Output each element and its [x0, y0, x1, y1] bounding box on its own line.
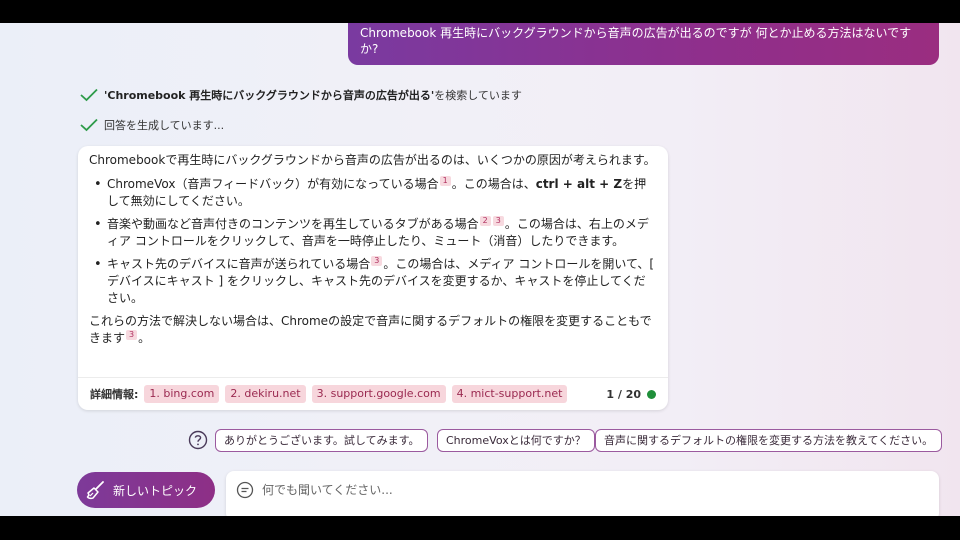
chat-input[interactable] [262, 483, 862, 497]
sources-footer: 詳細情報: 1. bing.com 2. dekiru.net 3. suppo… [78, 377, 668, 410]
source-link[interactable]: 4. mict-support.net [451, 385, 568, 403]
question-icon[interactable] [188, 430, 208, 450]
source-link[interactable]: 3. support.google.com [311, 385, 446, 403]
status-generating: 回答を生成しています... [80, 117, 224, 133]
status-searching: 'Chromebook 再生時にバックグラウンドから音声の広告が出る' を検索し… [80, 87, 522, 103]
new-topic-label: 新しいトピック [113, 483, 198, 498]
status-text: を検索しています [434, 89, 522, 102]
sources-label: 詳細情報: [90, 387, 139, 401]
citation-badge[interactable]: 1 [439, 176, 451, 186]
user-message-text: Chromebook 再生時にバックグラウンドから音声の広告が出るのですが 何と… [360, 26, 912, 56]
answer-outro: これらの方法で解決しない場合は、Chromeの設定で音声に関するデフォルトの権限… [89, 314, 652, 345]
status-dot-icon [647, 389, 656, 399]
search-query: 'Chromebook 再生時にバックグラウンドから音声の広告が出る' [104, 89, 435, 102]
status-text: 回答を生成しています... [104, 119, 225, 132]
answer-intro: Chromebookで再生時にバックグラウンドから音声の広告が出るのは、いくつか… [89, 153, 656, 167]
turn-counter: 1 / 20 [606, 386, 656, 403]
check-icon [80, 118, 98, 132]
chat-input-box[interactable] [226, 471, 939, 516]
citation-badge[interactable]: 3 [371, 256, 383, 266]
suggestion-chip[interactable]: ChromeVoxとは何ですか？ [437, 429, 595, 452]
list-item: キャスト先のデバイスに音声が送られている場合3。この場合は、メディア コントロー… [89, 256, 656, 307]
list-item: ChromeVox（音声フィードバック）が有効になっている場合1。この場合は、c… [89, 176, 656, 210]
answer-card: Chromebookで再生時にバックグラウンドから音声の広告が出るのは、いくつか… [78, 146, 668, 410]
chat-screen: Chromebook 再生時にバックグラウンドから音声の広告が出るのですが 何と… [0, 23, 960, 516]
citation-badge[interactable]: 3 [492, 216, 504, 226]
source-link[interactable]: 2. dekiru.net [225, 385, 306, 403]
answer-body: Chromebookで再生時にバックグラウンドから音声の広告が出るのは、いくつか… [78, 146, 668, 347]
citation-badge[interactable]: 2 [479, 216, 491, 226]
citation-badge[interactable]: 3 [126, 330, 138, 340]
chat-icon [236, 481, 254, 499]
broom-icon [86, 481, 104, 500]
check-icon [80, 88, 98, 102]
suggestion-chip[interactable]: 音声に関するデフォルトの権限を変更する方法を教えてください。 [595, 429, 943, 452]
new-topic-button[interactable]: 新しいトピック [77, 472, 215, 508]
list-item: 音楽や動画など音声付きのコンテンツを再生しているタブがある場合23。この場合は、… [89, 216, 656, 250]
shortcut-keys: ctrl + alt + Z [535, 177, 623, 191]
answer-list: ChromeVox（音声フィードバック）が有効になっている場合1。この場合は、c… [89, 176, 656, 307]
user-message-bubble: Chromebook 再生時にバックグラウンドから音声の広告が出るのですが 何と… [348, 23, 939, 65]
suggestion-chip[interactable]: ありがとうございます。試してみます。 [215, 429, 429, 452]
source-link[interactable]: 1. bing.com [144, 385, 220, 403]
